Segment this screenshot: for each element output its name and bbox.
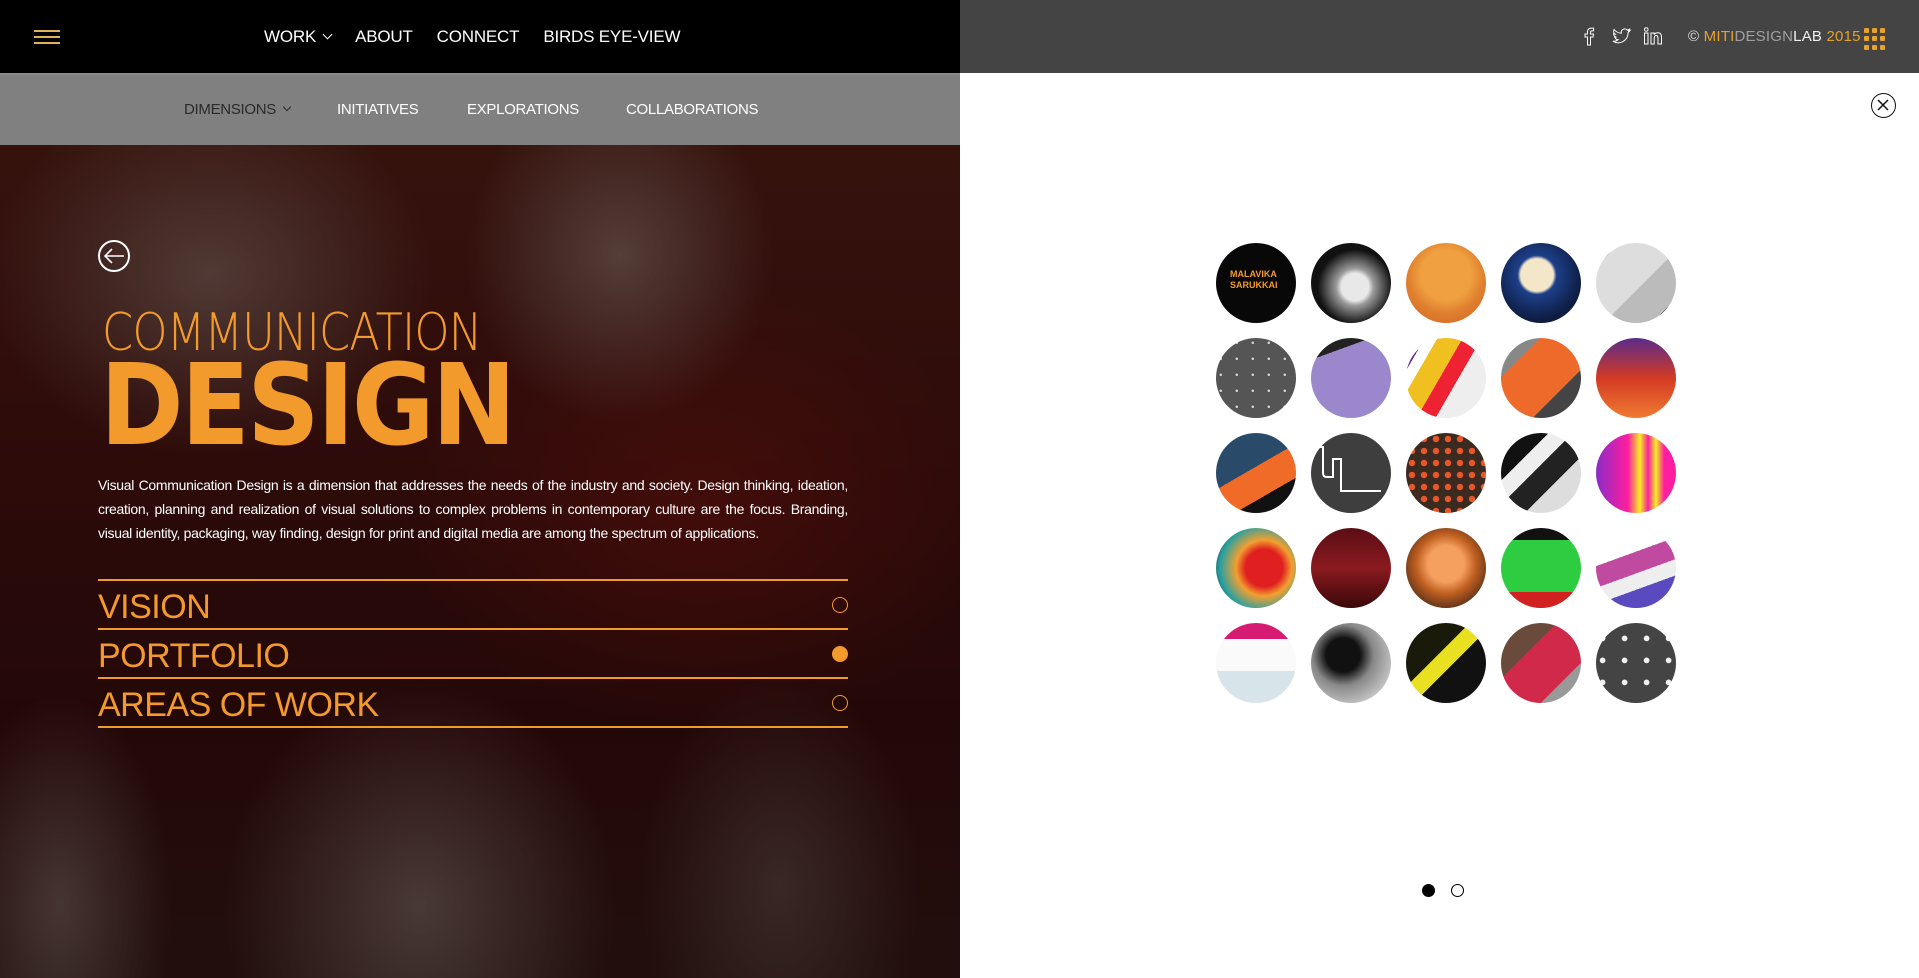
portfolio-thumbnail-blue-orange-geometric[interactable]	[1216, 433, 1296, 513]
page-title-bold: DESIGN	[100, 341, 516, 471]
brand-miti: MITI	[1703, 28, 1735, 45]
dimension-description: Visual Communication Design is a dimensi…	[98, 477, 848, 541]
portfolio-thumbnail-magenta-yellow-stripes[interactable]	[1596, 433, 1676, 513]
portfolio-thumbnail-purple-paper-sculpture[interactable]	[1596, 528, 1676, 608]
copyright-year: 2015	[1826, 28, 1861, 45]
portfolio-thumbnail-red-sky-birds[interactable]	[1596, 338, 1676, 418]
menu-item-label: PORTFOLIO	[98, 637, 290, 675]
portfolio-thumbnail-red-crowd[interactable]	[1311, 528, 1391, 608]
subnav-collaborations[interactable]: COLLABORATIONS	[626, 101, 759, 118]
page-dot-1[interactable]	[1422, 884, 1435, 897]
menu-item-vision[interactable]: VISION	[98, 581, 848, 630]
portfolio-thumbnail-bw-greeting-cards[interactable]	[1596, 243, 1676, 323]
portfolio-thumbnail-blue-plate[interactable]	[1501, 243, 1581, 323]
menu-item-portfolio[interactable]: PORTFOLIO	[98, 630, 848, 679]
portfolio-thumbnail-herbs-and-tablets[interactable]	[1596, 623, 1676, 703]
hamburger-icon[interactable]	[34, 30, 60, 47]
portfolio-thumbnail-bw-ink-splash[interactable]	[1311, 623, 1391, 703]
close-button[interactable]	[1871, 93, 1896, 118]
portfolio-thumbnail-orange-folder[interactable]	[1501, 338, 1581, 418]
linkedin-icon[interactable]	[1642, 25, 1664, 47]
sub-nav: DIMENSIONS INITIATIVES EXPLORATIONS COLL…	[0, 73, 960, 145]
brand-lab: LAB	[1793, 28, 1823, 45]
main-nav: WORK ABOUT CONNECT BIRDS EYE-VIEW	[264, 27, 704, 47]
top-header: WORK ABOUT CONNECT BIRDS EYE-VIEW	[0, 0, 960, 73]
portfolio-thumbnail-folded-paper-book[interactable]	[1311, 243, 1391, 323]
radio-empty-icon[interactable]	[832, 597, 848, 613]
portfolio-thumbnail-pink-book-pages[interactable]	[1501, 623, 1581, 703]
nav-about-label: ABOUT	[355, 27, 413, 46]
nav-about[interactable]: ABOUT	[355, 27, 413, 47]
portfolio-thumbnail-green-kathakali-face[interactable]	[1501, 528, 1581, 608]
brand-design: DESIGN	[1734, 28, 1794, 45]
portfolio-thumbnail-orange-clouds[interactable]	[1406, 528, 1486, 608]
hero-panel: COMMUNICATION DESIGN Visual Communicatio…	[0, 145, 960, 978]
subnav-dimensions[interactable]: DIMENSIONS	[184, 101, 292, 118]
nav-connect[interactable]: CONNECT	[437, 27, 520, 47]
menu-item-areas-of-work[interactable]: AREAS OF WORK	[98, 679, 848, 728]
subnav-initiatives[interactable]: INITIATIVES	[337, 101, 419, 118]
nav-birds-eye-view[interactable]: BIRDS EYE-VIEW	[543, 27, 680, 47]
radio-empty-icon[interactable]	[832, 695, 848, 711]
menu-item-label: VISION	[98, 588, 211, 626]
portfolio-thumbnail-grey-dotted-packaging[interactable]	[1216, 338, 1296, 418]
portfolio-thumbnail-bw-texture[interactable]	[1501, 433, 1581, 513]
nav-birds-eye-view-label: BIRDS EYE-VIEW	[543, 27, 681, 46]
facebook-icon[interactable]	[1578, 25, 1600, 47]
subnav-explorations-label: EXPLORATIONS	[467, 101, 579, 118]
menu-item-label: AREAS OF WORK	[98, 686, 379, 724]
pagination	[1422, 884, 1464, 897]
portfolio-thumbnail-yellow-black-abstract[interactable]	[1406, 623, 1486, 703]
dimension-menu: VISION PORTFOLIO AREAS OF WORK	[98, 579, 848, 728]
chevron-down-icon	[322, 29, 333, 40]
portfolio-thumbnail-painted-goddess-face[interactable]	[1406, 243, 1486, 323]
subnav-explorations[interactable]: EXPLORATIONS	[467, 101, 579, 118]
subnav-dimensions-label: DIMENSIONS	[184, 101, 277, 118]
portfolio-thumbnail-dotted-pattern[interactable]	[1406, 433, 1486, 513]
portfolio-grid: MALAVIKA SARUKKAI	[1216, 243, 1676, 703]
subnav-collaborations-label: COLLABORATIONS	[626, 101, 759, 118]
portfolio-thumbnail-malavika-sarukkai-poster[interactable]: MALAVIKA SARUKKAI	[1216, 243, 1296, 323]
nav-work-label: WORK	[264, 27, 317, 46]
ul-logo-icon	[1311, 446, 1381, 492]
thumbnail-caption: MALAVIKA SARUKKAI	[1230, 269, 1278, 290]
page-dot-2[interactable]	[1451, 884, 1464, 897]
nav-work[interactable]: WORK	[264, 27, 333, 47]
portfolio-thumbnail-ul-logo[interactable]	[1311, 433, 1391, 513]
portfolio-thumbnail-colorful-stripes-graphic[interactable]	[1406, 338, 1486, 418]
chevron-down-icon	[282, 102, 292, 112]
portfolio-thumbnail-colored-smoke[interactable]	[1216, 528, 1296, 608]
arrow-left-circle-icon	[103, 248, 124, 264]
radio-filled-icon[interactable]	[832, 646, 848, 662]
nav-connect-label: CONNECT	[436, 27, 520, 46]
portfolio-thumbnail-dancer-in-red[interactable]	[1216, 623, 1296, 703]
close-icon	[1877, 99, 1889, 111]
grid-icon[interactable]	[1864, 28, 1886, 50]
copyright-text: © MITIDESIGNLAB 2015	[1688, 28, 1861, 45]
subnav-initiatives-label: INITIATIVES	[337, 101, 419, 118]
twitter-icon[interactable]	[1610, 25, 1632, 47]
back-button[interactable]	[98, 240, 130, 272]
copyright-symbol: ©	[1688, 28, 1700, 45]
social-links	[1578, 25, 1664, 47]
portfolio-thumbnail-purple-stationery[interactable]	[1311, 338, 1391, 418]
